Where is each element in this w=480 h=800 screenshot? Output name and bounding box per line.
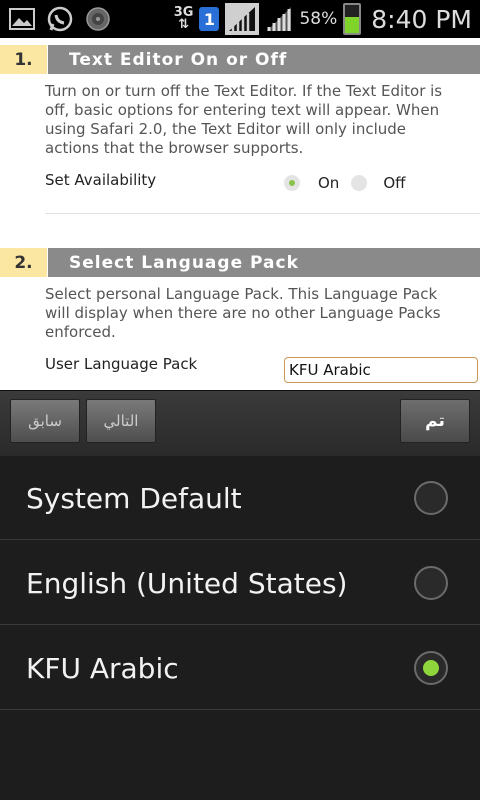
option-label: System Default: [26, 481, 242, 515]
signal-icon: [225, 3, 260, 35]
section-description: Turn on or turn off the Text Editor. If …: [45, 82, 443, 157]
section-title: Text Editor On or Off: [48, 45, 480, 74]
language-pack-select[interactable]: KFU Arabic: [284, 357, 478, 383]
availability-radio-group: On Off: [284, 174, 405, 192]
list-item[interactable]: System Default: [0, 456, 480, 540]
picker-toolbar: سابق التالي تم: [0, 390, 480, 457]
previous-button[interactable]: سابق: [10, 399, 80, 443]
done-button[interactable]: تم: [400, 399, 470, 443]
option-label: KFU Arabic: [26, 651, 179, 685]
option-radio[interactable]: [414, 481, 448, 515]
language-options-list: System Default English (United States) K…: [0, 456, 480, 800]
option-radio[interactable]: [414, 651, 448, 685]
gallery-icon: [8, 6, 36, 32]
option-radio[interactable]: [414, 566, 448, 600]
section-header-language-pack: 2. Select Language Pack: [0, 248, 480, 277]
system-icons: 3G ⇅ 1 58% 8:40 PM: [174, 0, 472, 38]
signal-strength-icon: [267, 7, 292, 31]
section-description: Select personal Language Pack. This Lang…: [45, 285, 441, 341]
section-title: Select Language Pack: [48, 248, 480, 277]
divider: [45, 213, 480, 214]
next-button[interactable]: التالي: [86, 399, 156, 443]
radio-off-label: Off: [383, 174, 406, 192]
media-icon: [84, 6, 112, 32]
list-item[interactable]: English (United States): [0, 541, 480, 625]
section-number: 2.: [0, 248, 47, 277]
radio-on-label: On: [318, 174, 340, 192]
radio-on[interactable]: [284, 175, 300, 191]
clock: 8:40 PM: [371, 4, 472, 34]
status-bar: 3G ⇅ 1 58% 8:40 PM: [0, 0, 480, 38]
sim-icon: 1: [199, 7, 220, 31]
field-label-set-availability: Set Availability: [45, 171, 157, 189]
radio-off[interactable]: [351, 175, 368, 191]
web-page: 1. Text Editor On or Off Turn on or turn…: [0, 38, 480, 390]
network-type: 3G ⇅: [173, 5, 194, 32]
battery-percent: 58%: [299, 9, 338, 29]
field-label-user-language-pack: User Language Pack: [45, 355, 198, 373]
option-label: English (United States): [26, 566, 348, 600]
section-header-text-editor: 1. Text Editor On or Off: [0, 45, 480, 74]
section-number: 1.: [0, 45, 47, 74]
battery-icon: [343, 3, 362, 35]
list-item[interactable]: KFU Arabic: [0, 626, 480, 710]
notification-icons: [8, 6, 112, 32]
whatsapp-icon: [46, 6, 74, 32]
